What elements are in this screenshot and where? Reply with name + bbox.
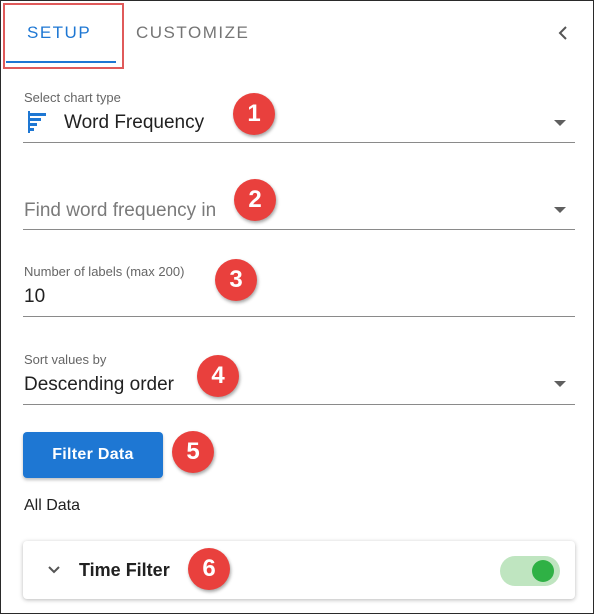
step-badge-2: 2: [234, 179, 276, 221]
label-count-label: Number of labels (max 200): [24, 264, 185, 279]
chart-type-label: Select chart type: [24, 90, 121, 105]
time-filter-card[interactable]: Time Filter: [23, 541, 575, 599]
chevron-down-icon[interactable]: [554, 120, 566, 126]
chevron-down-icon[interactable]: [45, 561, 63, 579]
time-filter-label: Time Filter: [79, 560, 170, 580]
sort-label: Sort values by: [24, 352, 107, 367]
time-filter-toggle[interactable]: [500, 556, 560, 586]
chart-editor-panel: SETUP CUSTOMIZE Select chart type Word F…: [0, 0, 594, 614]
chevron-left-icon[interactable]: [553, 23, 573, 43]
step-badge-4: 4: [197, 355, 239, 397]
step-badge-1: 1: [233, 93, 275, 135]
toggle-knob: [532, 560, 554, 582]
label-count-underline: [23, 316, 575, 317]
sort-underline: [23, 404, 575, 405]
chart-type-underline: [23, 142, 575, 143]
filter-summary: All Data: [24, 497, 81, 514]
chart-type-value[interactable]: Word Frequency: [64, 112, 204, 134]
word-frequency-source-underline: [23, 229, 575, 230]
sort-value[interactable]: Descending order: [24, 374, 174, 396]
chevron-down-icon[interactable]: [554, 207, 566, 213]
step-badge-5: 5: [172, 431, 214, 473]
bar-chart-icon: [28, 111, 46, 133]
label-count-input[interactable]: 10: [24, 286, 45, 308]
chevron-down-icon[interactable]: [554, 381, 566, 387]
step-badge-6: 6: [188, 548, 230, 590]
step-badge-3: 3: [215, 259, 257, 301]
filter-data-button[interactable]: Filter Data: [23, 432, 163, 478]
word-frequency-source-select[interactable]: Find word frequency in: [24, 200, 216, 222]
tab-highlight-box: [3, 3, 124, 69]
tab-customize[interactable]: CUSTOMIZE: [136, 23, 249, 43]
